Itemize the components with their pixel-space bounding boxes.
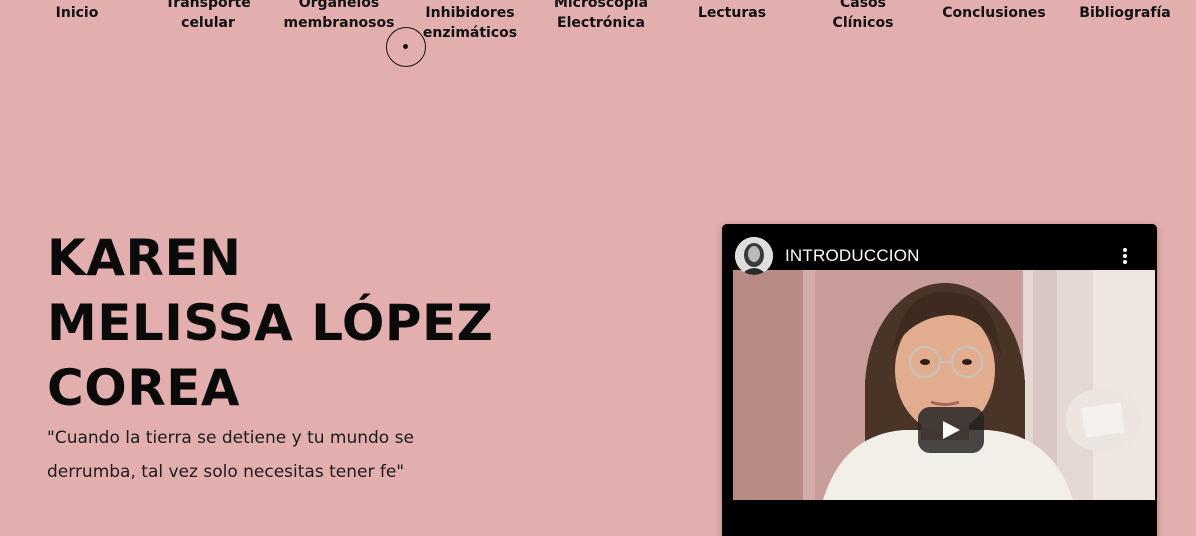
- video-thumbnail-image: [733, 270, 1155, 500]
- nav-item-inicio[interactable]: Inicio: [12, 3, 142, 23]
- video-embed[interactable]: INTRODUCCION: [722, 224, 1157, 536]
- play-icon: [943, 421, 960, 439]
- nav-item-conclusiones[interactable]: Conclusiones: [929, 3, 1059, 23]
- avatar-icon: [735, 237, 773, 275]
- nav-item-label: celular: [181, 15, 235, 31]
- hero-name: KAREN MELISSA LÓPEZ COREA: [47, 226, 493, 421]
- nav-item-casos-clinicos[interactable]: Casos Clínicos: [798, 0, 928, 33]
- video-title[interactable]: INTRODUCCION: [785, 246, 920, 266]
- hero-quote: "Cuando la tierra se detiene y tu mundo …: [47, 428, 414, 482]
- nav-item-label: Inicio: [55, 5, 99, 21]
- nav-item-inhibidores-enzimaticos[interactable]: Inhibidores enzimáticos: [405, 3, 535, 43]
- cursor-dot-icon: [403, 44, 408, 49]
- nav-item-label: Electrónica: [557, 15, 645, 31]
- hero-name-line: MELISSA LÓPEZ: [47, 294, 494, 352]
- play-button[interactable]: [918, 407, 984, 453]
- nav-item-organelos-membranosos[interactable]: Organelos membranosos: [274, 0, 404, 33]
- nav-item-lecturas[interactable]: Lecturas: [667, 3, 797, 23]
- channel-avatar[interactable]: [735, 237, 773, 275]
- nav-item-label: Conclusiones: [942, 5, 1046, 21]
- hero-name-line: COREA: [47, 359, 241, 417]
- nav-item-microscopia-electronica[interactable]: Microscopía Electrónica: [536, 0, 666, 33]
- nav-item-bibliografia[interactable]: Bibliografía: [1060, 3, 1190, 23]
- page: Inicio Transporte celular Organelos memb…: [0, 0, 1196, 536]
- nav-item-label: Lecturas: [697, 5, 767, 21]
- nav-item-transporte-celular[interactable]: Transporte celular: [143, 0, 273, 33]
- nav-item-label: Clínicos: [832, 15, 894, 31]
- nav-item-label: Bibliografía: [1079, 5, 1171, 21]
- more-vertical-icon[interactable]: [1123, 248, 1127, 268]
- nav-item-label: Inhibidores: [425, 5, 515, 21]
- video-header: INTRODUCCION: [722, 224, 1157, 275]
- nav-item-label: Transporte: [165, 0, 251, 11]
- video-thumbnail[interactable]: [733, 270, 1155, 500]
- nav-item-label: membranosos: [283, 15, 395, 31]
- nav-item-label: Casos: [839, 0, 886, 11]
- hero-name-line: KAREN: [47, 229, 242, 287]
- nav-item-label: Microscopía: [553, 0, 649, 11]
- nav-item-label: Organelos: [298, 0, 380, 11]
